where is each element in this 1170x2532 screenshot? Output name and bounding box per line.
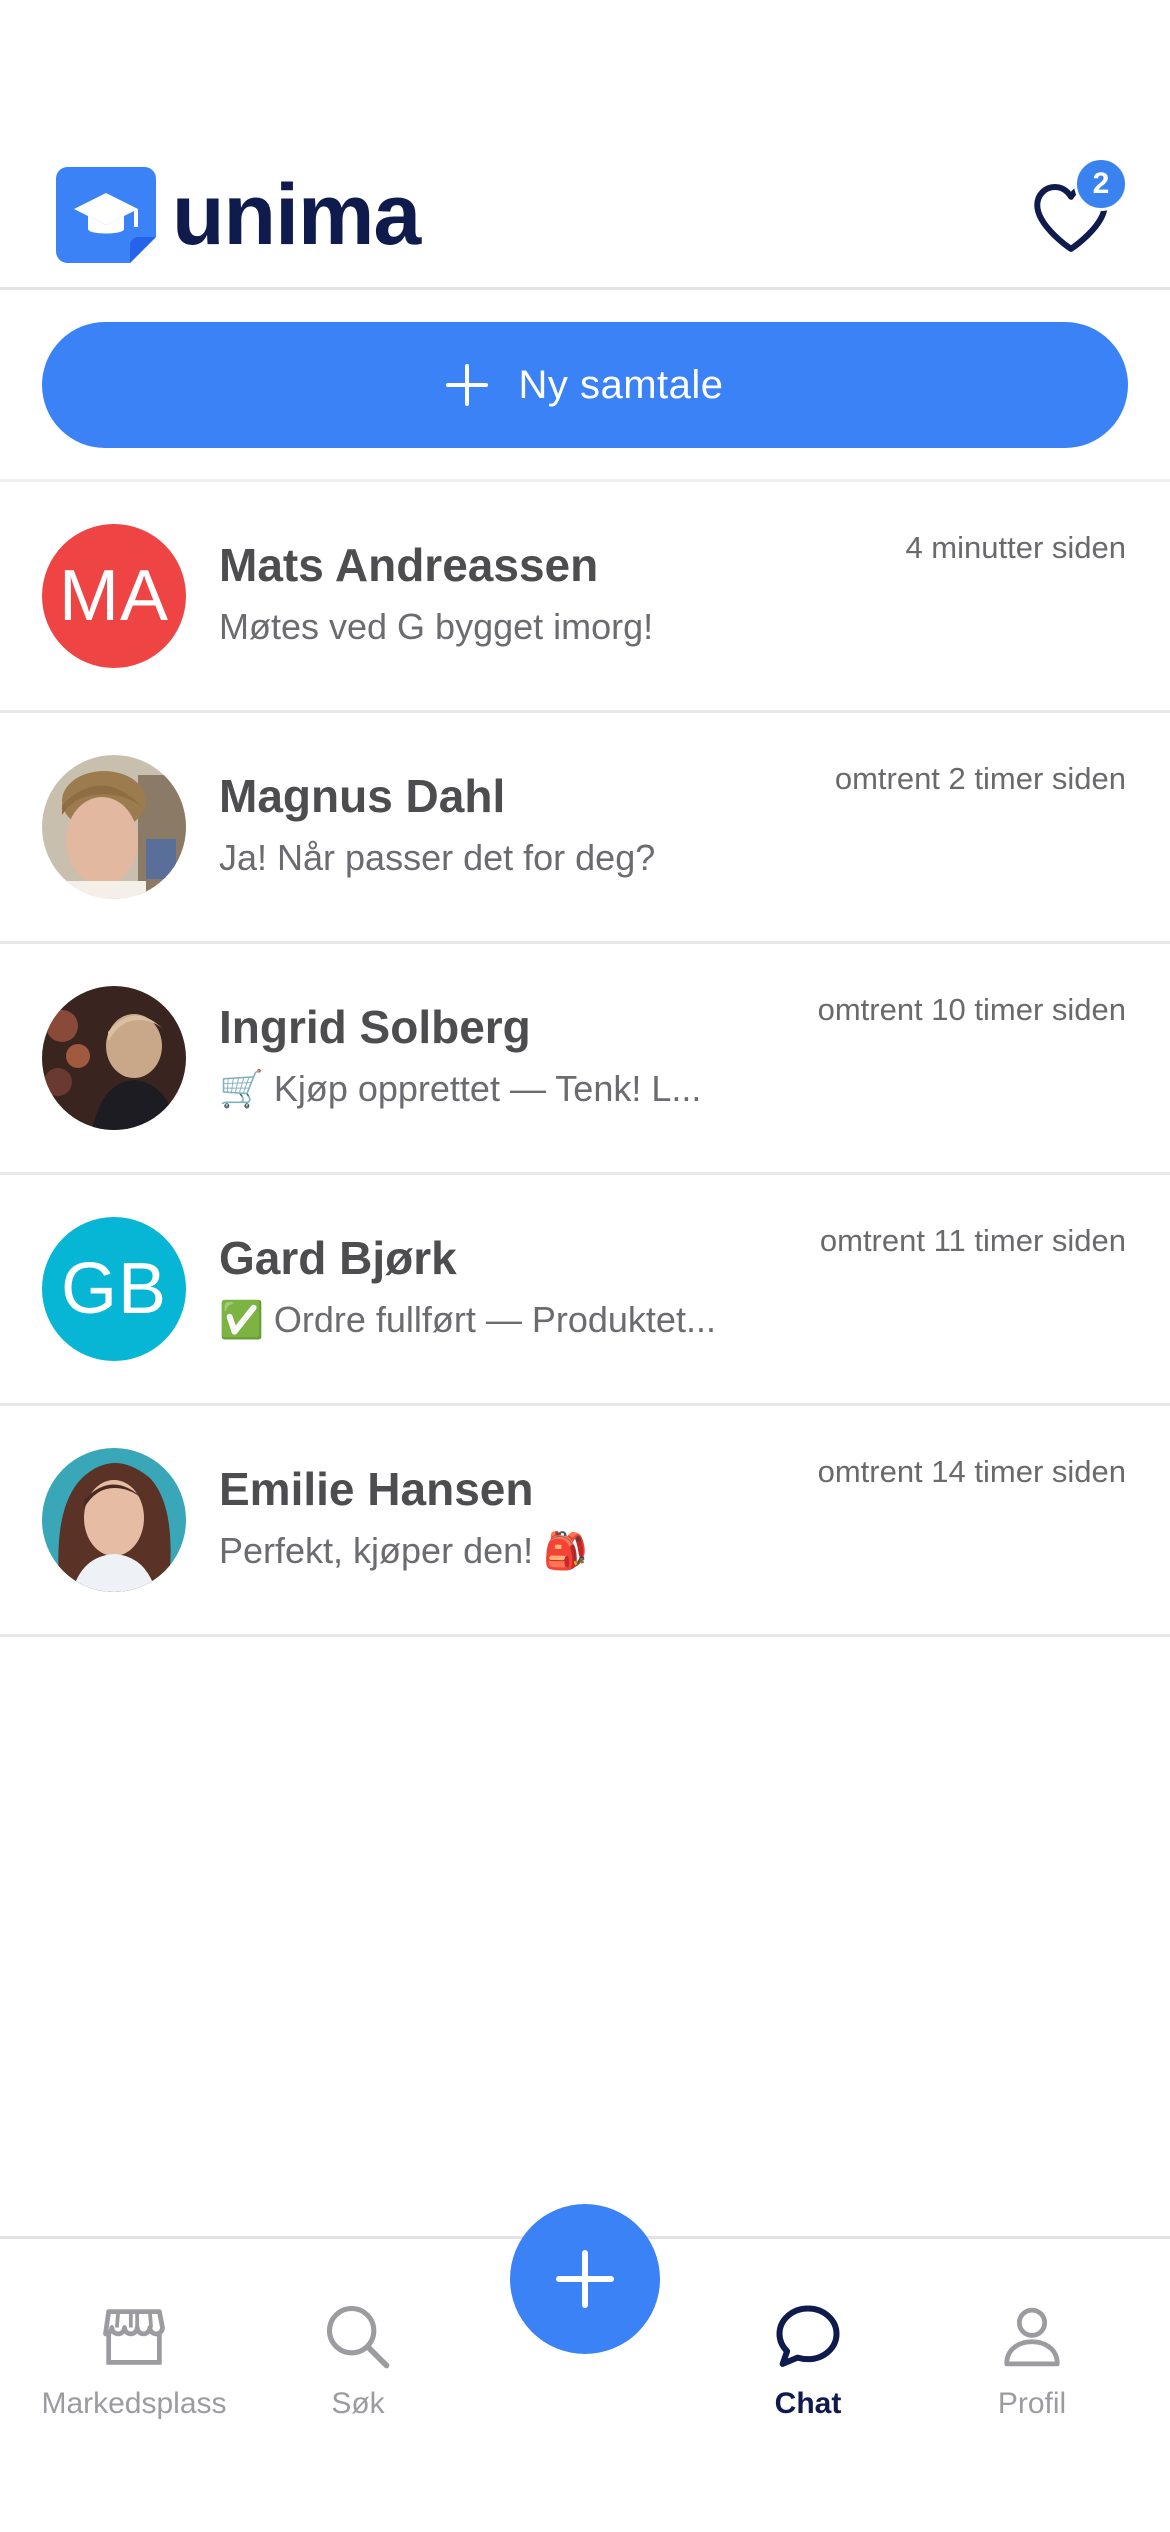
plus-icon: [446, 364, 489, 406]
avatar: MA: [42, 524, 186, 668]
avatar-initials: GB: [60, 1249, 168, 1329]
check-mark-icon: ✅: [219, 1299, 264, 1340]
tab-label: Søk: [331, 2387, 385, 2420]
tab-chat[interactable]: Chat: [708, 2299, 908, 2421]
message-timestamp: omtrent 2 timer siden: [834, 761, 1126, 796]
conversation-list: MA Mats Andreassen 4 minutter siden Møte…: [0, 482, 1170, 1637]
storefront-icon: [103, 2309, 165, 2365]
new-conversation-button[interactable]: Ny samtale: [42, 322, 1128, 448]
conversation-row[interactable]: GB Gard Bjørk omtrent 11 timer siden ✅ Or…: [0, 1175, 1170, 1406]
profile-photo-icon: [42, 1448, 186, 1592]
tab-profil[interactable]: Profil: [932, 2299, 1132, 2421]
message-timestamp: omtrent 14 timer siden: [817, 1454, 1126, 1489]
tab-label: Markedsplass: [41, 2387, 227, 2420]
message-timestamp: omtrent 10 timer siden: [817, 992, 1126, 1027]
tab-markedsplass[interactable]: Markedsplass: [34, 2299, 234, 2421]
shopping-cart-icon: 🛒: [219, 1068, 264, 1109]
app-name: unima: [172, 167, 421, 263]
avatar: [42, 755, 186, 899]
avatar: [42, 986, 186, 1130]
chat-bubble-icon: [776, 2305, 840, 2367]
app-header: unima 2: [0, 0, 1170, 290]
message-preview: ✅ Ordre fullført — Produktet...: [219, 1299, 779, 1341]
profile-photo-icon: [42, 986, 186, 1130]
add-listing-button[interactable]: [510, 2204, 660, 2354]
message-preview: 🛒 Kjøp opprettet — Tenk! L...: [219, 1068, 779, 1110]
conversation-row[interactable]: MA Mats Andreassen 4 minutter siden Møte…: [0, 482, 1170, 713]
tab-sok[interactable]: Søk: [258, 2299, 458, 2421]
conversation-row[interactable]: Emilie Hansen omtrent 14 timer siden Per…: [0, 1406, 1170, 1637]
conversation-row[interactable]: Magnus Dahl omtrent 2 timer siden Ja! Nå…: [0, 713, 1170, 944]
graduation-cap-icon: [54, 165, 158, 265]
contact-name: Mats Andreassen: [219, 539, 599, 591]
app-logo[interactable]: unima: [54, 165, 421, 265]
contact-name: Ingrid Solberg: [219, 1001, 531, 1053]
person-icon: [1004, 2307, 1060, 2367]
search-icon: [326, 2305, 390, 2369]
message-preview-text: Ordre fullført — Produktet...: [273, 1299, 716, 1340]
new-conversation-label: Ny samtale: [518, 362, 724, 407]
profile-photo-icon: [42, 755, 186, 899]
message-timestamp: omtrent 11 timer siden: [819, 1223, 1126, 1258]
message-preview: Ja! Når passer det for deg?: [219, 837, 656, 878]
message-timestamp: 4 minutter siden: [905, 530, 1126, 565]
message-preview-text: Kjøp opprettet — Tenk! L...: [273, 1068, 702, 1109]
tab-label: Chat: [774, 2387, 842, 2420]
tab-label: Profil: [997, 2387, 1067, 2420]
contact-name: Magnus Dahl: [219, 770, 506, 822]
contact-name: Gard Bjørk: [219, 1232, 457, 1284]
contact-name: Emilie Hansen: [219, 1463, 534, 1515]
favorites-count-badge: 2: [1074, 157, 1128, 211]
message-preview: Møtes ved G bygget imorg!: [219, 606, 654, 647]
avatar-initials: MA: [59, 556, 169, 636]
avatar: GB: [42, 1217, 186, 1361]
message-preview: Perfekt, kjøper den! 🎒: [219, 1530, 588, 1571]
avatar: [42, 1448, 186, 1592]
conversation-row[interactable]: Ingrid Solberg omtrent 10 timer siden 🛒 K…: [0, 944, 1170, 1175]
new-chat-section: Ny samtale: [0, 290, 1170, 482]
